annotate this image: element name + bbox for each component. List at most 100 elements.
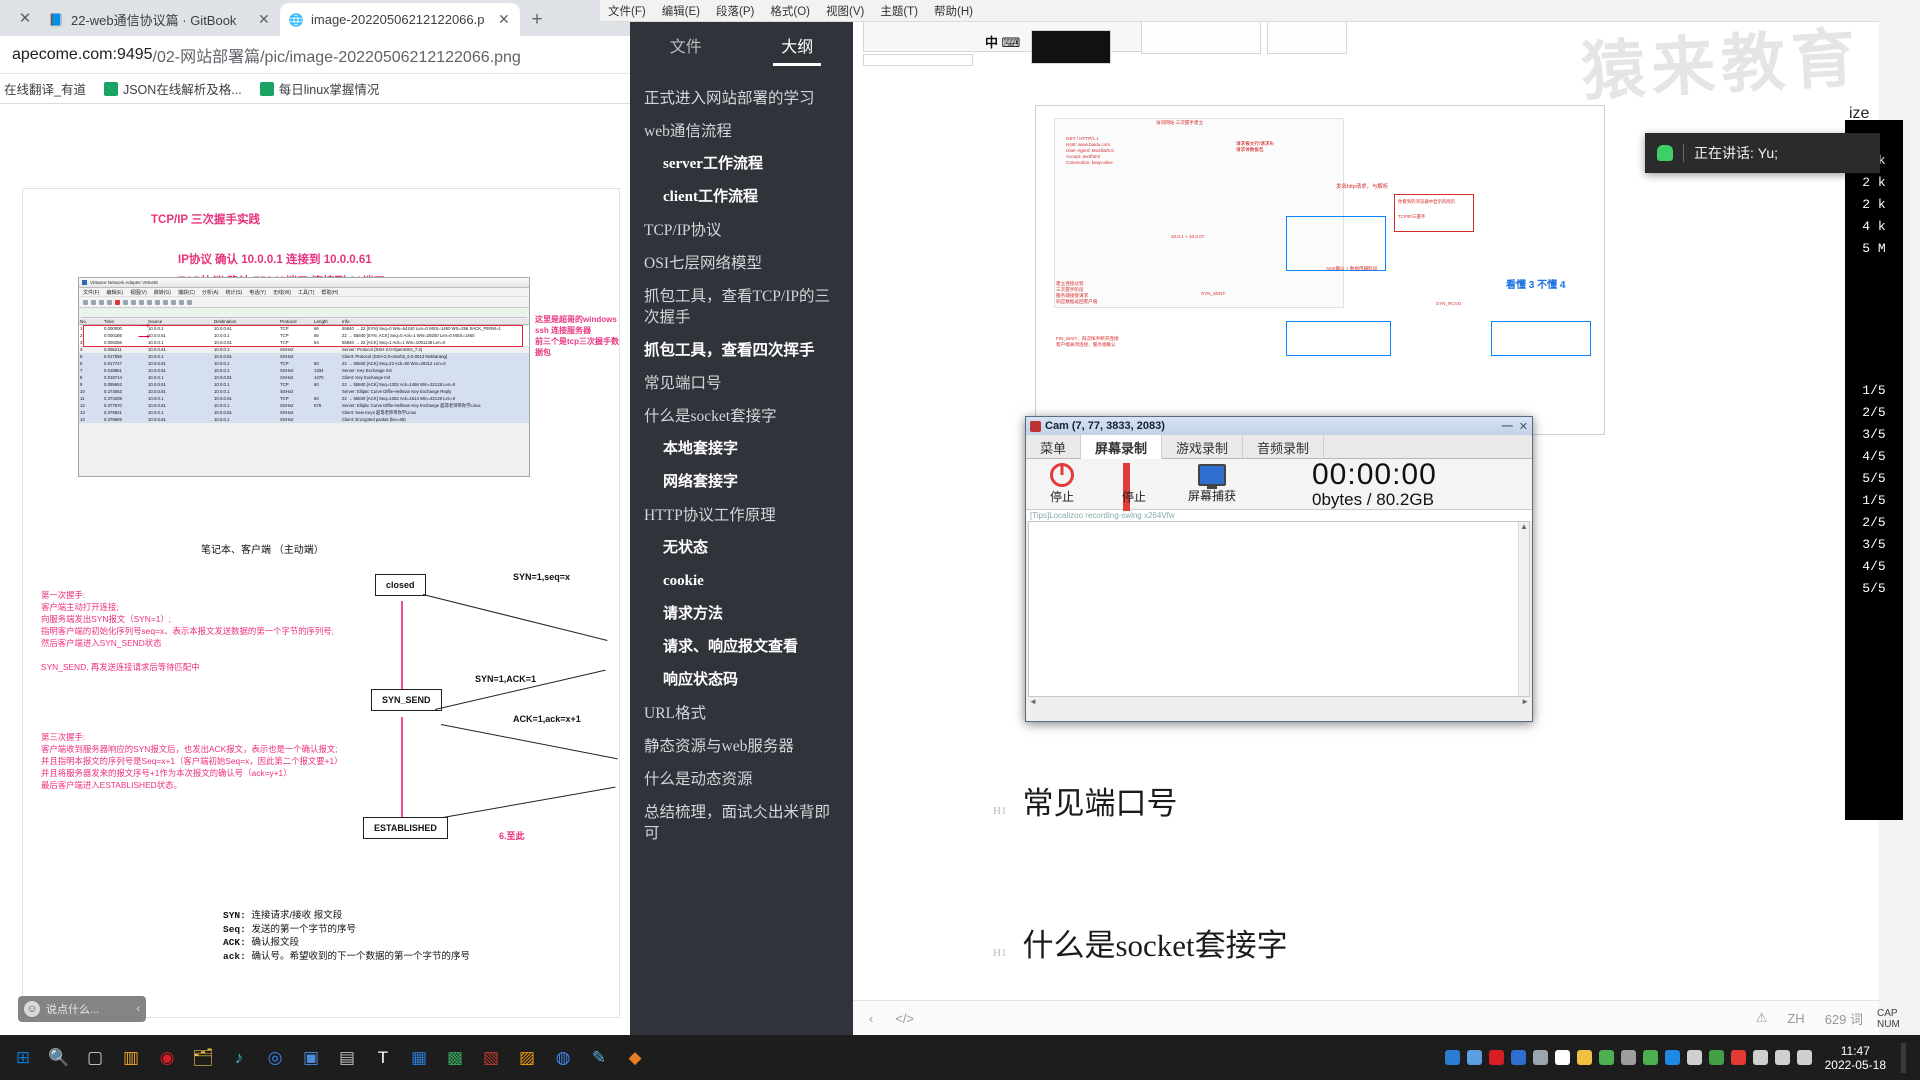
chevron-left-icon[interactable]: ‹: [869, 1011, 873, 1026]
vmware-tray-icon[interactable]: [1554, 1050, 1570, 1065]
recorder-log-panel[interactable]: ▲: [1028, 521, 1530, 697]
chevron-up-icon[interactable]: ▲: [1519, 522, 1529, 531]
recorder-titlebar[interactable]: Cam (7, 77, 3833, 2083) — ✕: [1026, 417, 1532, 435]
wireshark-packet-row[interactable]: 4 0.006211 10.0.0.61 10.0.0.1 SSHv2 Server: P…: [79, 346, 529, 353]
language-indicator[interactable]: ZH: [1787, 1011, 1804, 1026]
office-icon[interactable]: ▦: [402, 1041, 436, 1075]
wireshark-column-header[interactable]: Info: [341, 319, 529, 324]
menu-item-4[interactable]: 视图(V): [826, 3, 864, 19]
typora-icon[interactable]: T: [366, 1041, 400, 1075]
music-icon[interactable]: ♪: [222, 1041, 256, 1075]
start-icon[interactable]: ⊞: [6, 1041, 40, 1075]
camera-icon[interactable]: ▤: [330, 1041, 364, 1075]
close-icon[interactable]: ✕: [498, 11, 512, 28]
new-tab-button[interactable]: +: [520, 3, 554, 36]
bluetooth-tray-icon[interactable]: [1664, 1050, 1680, 1065]
wireshark-column-header[interactable]: No.: [79, 319, 103, 324]
plus-tray-icon[interactable]: [1708, 1050, 1724, 1065]
menu-item-1[interactable]: 编辑(E): [662, 3, 700, 19]
cloud-tray-icon[interactable]: [1466, 1050, 1482, 1065]
wireshark-menu-10[interactable]: 帮助(H): [321, 289, 338, 296]
folder-icon[interactable]: 🗂: [186, 1041, 220, 1075]
green-dot-tray-icon[interactable]: [1642, 1050, 1658, 1065]
wireshark-menu-8[interactable]: 无线(W): [273, 289, 291, 296]
wireshark-menu-5[interactable]: 分析(A): [202, 289, 219, 296]
recorder-tab-2[interactable]: 游戏录制: [1162, 435, 1244, 458]
recorder-scrollbar[interactable]: ▲: [1518, 522, 1529, 696]
outline-item-17[interactable]: 响应状态码: [630, 664, 853, 697]
browser-tab-2[interactable]: 🌐 image-20220506212122066.p ✕: [280, 3, 520, 36]
bookmark-item[interactable]: 每日linux掌握情况: [259, 79, 379, 98]
outline-item-2[interactable]: server工作流程: [630, 148, 853, 181]
xshell-icon[interactable]: ▩: [438, 1041, 472, 1075]
tab-files[interactable]: 文件: [656, 25, 716, 66]
wireshark-column-header[interactable]: Protocol: [279, 319, 313, 324]
bookmark-item[interactable]: 在线翻译_有道: [4, 79, 86, 98]
outline-item-21[interactable]: 总结梳理，面试仌出米背即可: [630, 796, 853, 850]
tab-outline[interactable]: 大纲: [767, 25, 827, 66]
recorder-tab-1[interactable]: 屏幕录制: [1081, 435, 1163, 459]
outline-item-16[interactable]: 请求、响应报文查看: [630, 631, 853, 664]
wireshark-packet-row[interactable]: 10 0.374062 10.0.0.61 10.0.0.1 SSHv2 Server: …: [79, 388, 529, 395]
wireshark-menu-2[interactable]: 视图(V): [130, 289, 147, 296]
chevron-right-icon[interactable]: ►: [1521, 697, 1529, 709]
opera-icon[interactable]: ◉: [150, 1041, 184, 1075]
wireshark-menu-7[interactable]: 电话(Y): [249, 289, 266, 296]
wps-tray-icon[interactable]: [1444, 1050, 1460, 1065]
menu-item-6[interactable]: 帮助(H): [934, 3, 973, 19]
outline-item-18[interactable]: URL格式: [630, 697, 853, 730]
bookmark-item[interactable]: JSON在线解析及格...: [103, 79, 242, 98]
outline-item-8[interactable]: 常见端口号: [630, 367, 853, 400]
outline-item-4[interactable]: TCP/IP协议: [630, 214, 853, 247]
outline-item-10[interactable]: 本地套接字: [630, 433, 853, 466]
wireshark-menu-6[interactable]: 统计(S): [226, 289, 243, 296]
wireshark-packet-row[interactable]: 9 0.059652 10.0.0.61 10.0.0.1 TCP 60 22 → 5584…: [79, 381, 529, 388]
opera-tray-icon[interactable]: [1488, 1050, 1504, 1065]
outline-item-20[interactable]: 什么是动态资源: [630, 763, 853, 796]
menu-item-2[interactable]: 段落(P): [716, 3, 754, 19]
wireshark-packet-row[interactable]: 12 0.377570 10.0.0.61 10.0.0.1 SSHv2 678 Serve…: [79, 402, 529, 409]
wireshark-packet-row[interactable]: 11 0.374208 10.0.0.1 10.0.0.61 TCP 60 22 → 558…: [79, 395, 529, 402]
wireshark-packet-row[interactable]: 14 0.379669 10.0.0.61 10.0.0.1 SSHv2 Client: …: [79, 416, 529, 423]
wireshark-menu-4[interactable]: 捕获(C): [178, 289, 195, 296]
wireshark-packet-row[interactable]: 8 0.018714 10.0.0.1 10.0.0.61 SSHv2 1470 Clien…: [79, 374, 529, 381]
wireshark-filter-input[interactable]: [81, 309, 527, 318]
minimize-icon[interactable]: —: [1502, 420, 1513, 433]
recorder-tab-3[interactable]: 音频录制: [1243, 435, 1325, 458]
browser-tab-1[interactable]: 📘 22-web通信协议篇 · GitBook ✕: [40, 3, 280, 36]
wireshark-packet-row[interactable]: 7 0.018651 10.0.0.61 10.0.0.1 SSHv2 1334 Serve…: [79, 367, 529, 374]
chrome-icon[interactable]: ◍: [546, 1041, 580, 1075]
mouse-tray-icon[interactable]: [1620, 1050, 1636, 1065]
outline-item-1[interactable]: web通信流程: [630, 115, 853, 148]
app-icon-2[interactable]: ◆: [618, 1041, 652, 1075]
chevron-left-icon[interactable]: ◄: [1029, 697, 1037, 709]
recorder-capture-button[interactable]: 屏幕捕获: [1178, 464, 1246, 504]
tab-overflow-close-icon[interactable]: ✕: [10, 0, 40, 36]
wireshark-column-header[interactable]: Source: [147, 319, 213, 324]
outline-item-14[interactable]: cookie: [630, 565, 853, 598]
menu-item-5[interactable]: 主题(T): [880, 3, 918, 19]
outline-item-3[interactable]: client工作流程: [630, 181, 853, 214]
menu-item-0[interactable]: 文件(F): [608, 3, 646, 19]
outline-item-7[interactable]: 抓包工具，查看四次挥手: [630, 334, 853, 367]
display-tray-icon[interactable]: [1774, 1050, 1790, 1065]
antivirus-tray-icon[interactable]: [1730, 1050, 1746, 1065]
calc-icon[interactable]: ▨: [510, 1041, 544, 1075]
pdf-icon[interactable]: ▧: [474, 1041, 508, 1075]
leaf-tray-icon[interactable]: [1598, 1050, 1614, 1065]
wireshark-column-header[interactable]: Length: [313, 319, 341, 324]
terminal-window[interactable]: 7 k2 k2 k4 k5 M 1/52/53/54/55/51/52/53/5…: [1845, 120, 1903, 820]
outline-item-15[interactable]: 请求方法: [630, 598, 853, 631]
recorder-tab-0[interactable]: 菜单: [1026, 435, 1082, 458]
wireshark-menu-0[interactable]: 文件(F): [83, 289, 99, 296]
code-icon[interactable]: </>: [895, 1011, 914, 1026]
wireshark-packet-row[interactable]: 13 0.379621 10.0.0.1 10.0.0.61 SSHv2 Client: …: [79, 409, 529, 416]
volume-tray-icon[interactable]: [1796, 1050, 1812, 1065]
battery-tray-icon[interactable]: [1686, 1050, 1702, 1065]
windows-store-icon[interactable]: ▥: [114, 1041, 148, 1075]
close-icon[interactable]: ✕: [1519, 420, 1528, 433]
address-bar[interactable]: apecome.com:9495/02-网站部署篇/pic/image-2022…: [0, 36, 630, 74]
network-tray-icon[interactable]: [1510, 1050, 1526, 1065]
wireshark-menu-3[interactable]: 跳转(G): [154, 289, 171, 296]
chat-input-pill[interactable]: ☺ 说点什么... ‹: [18, 996, 146, 1022]
